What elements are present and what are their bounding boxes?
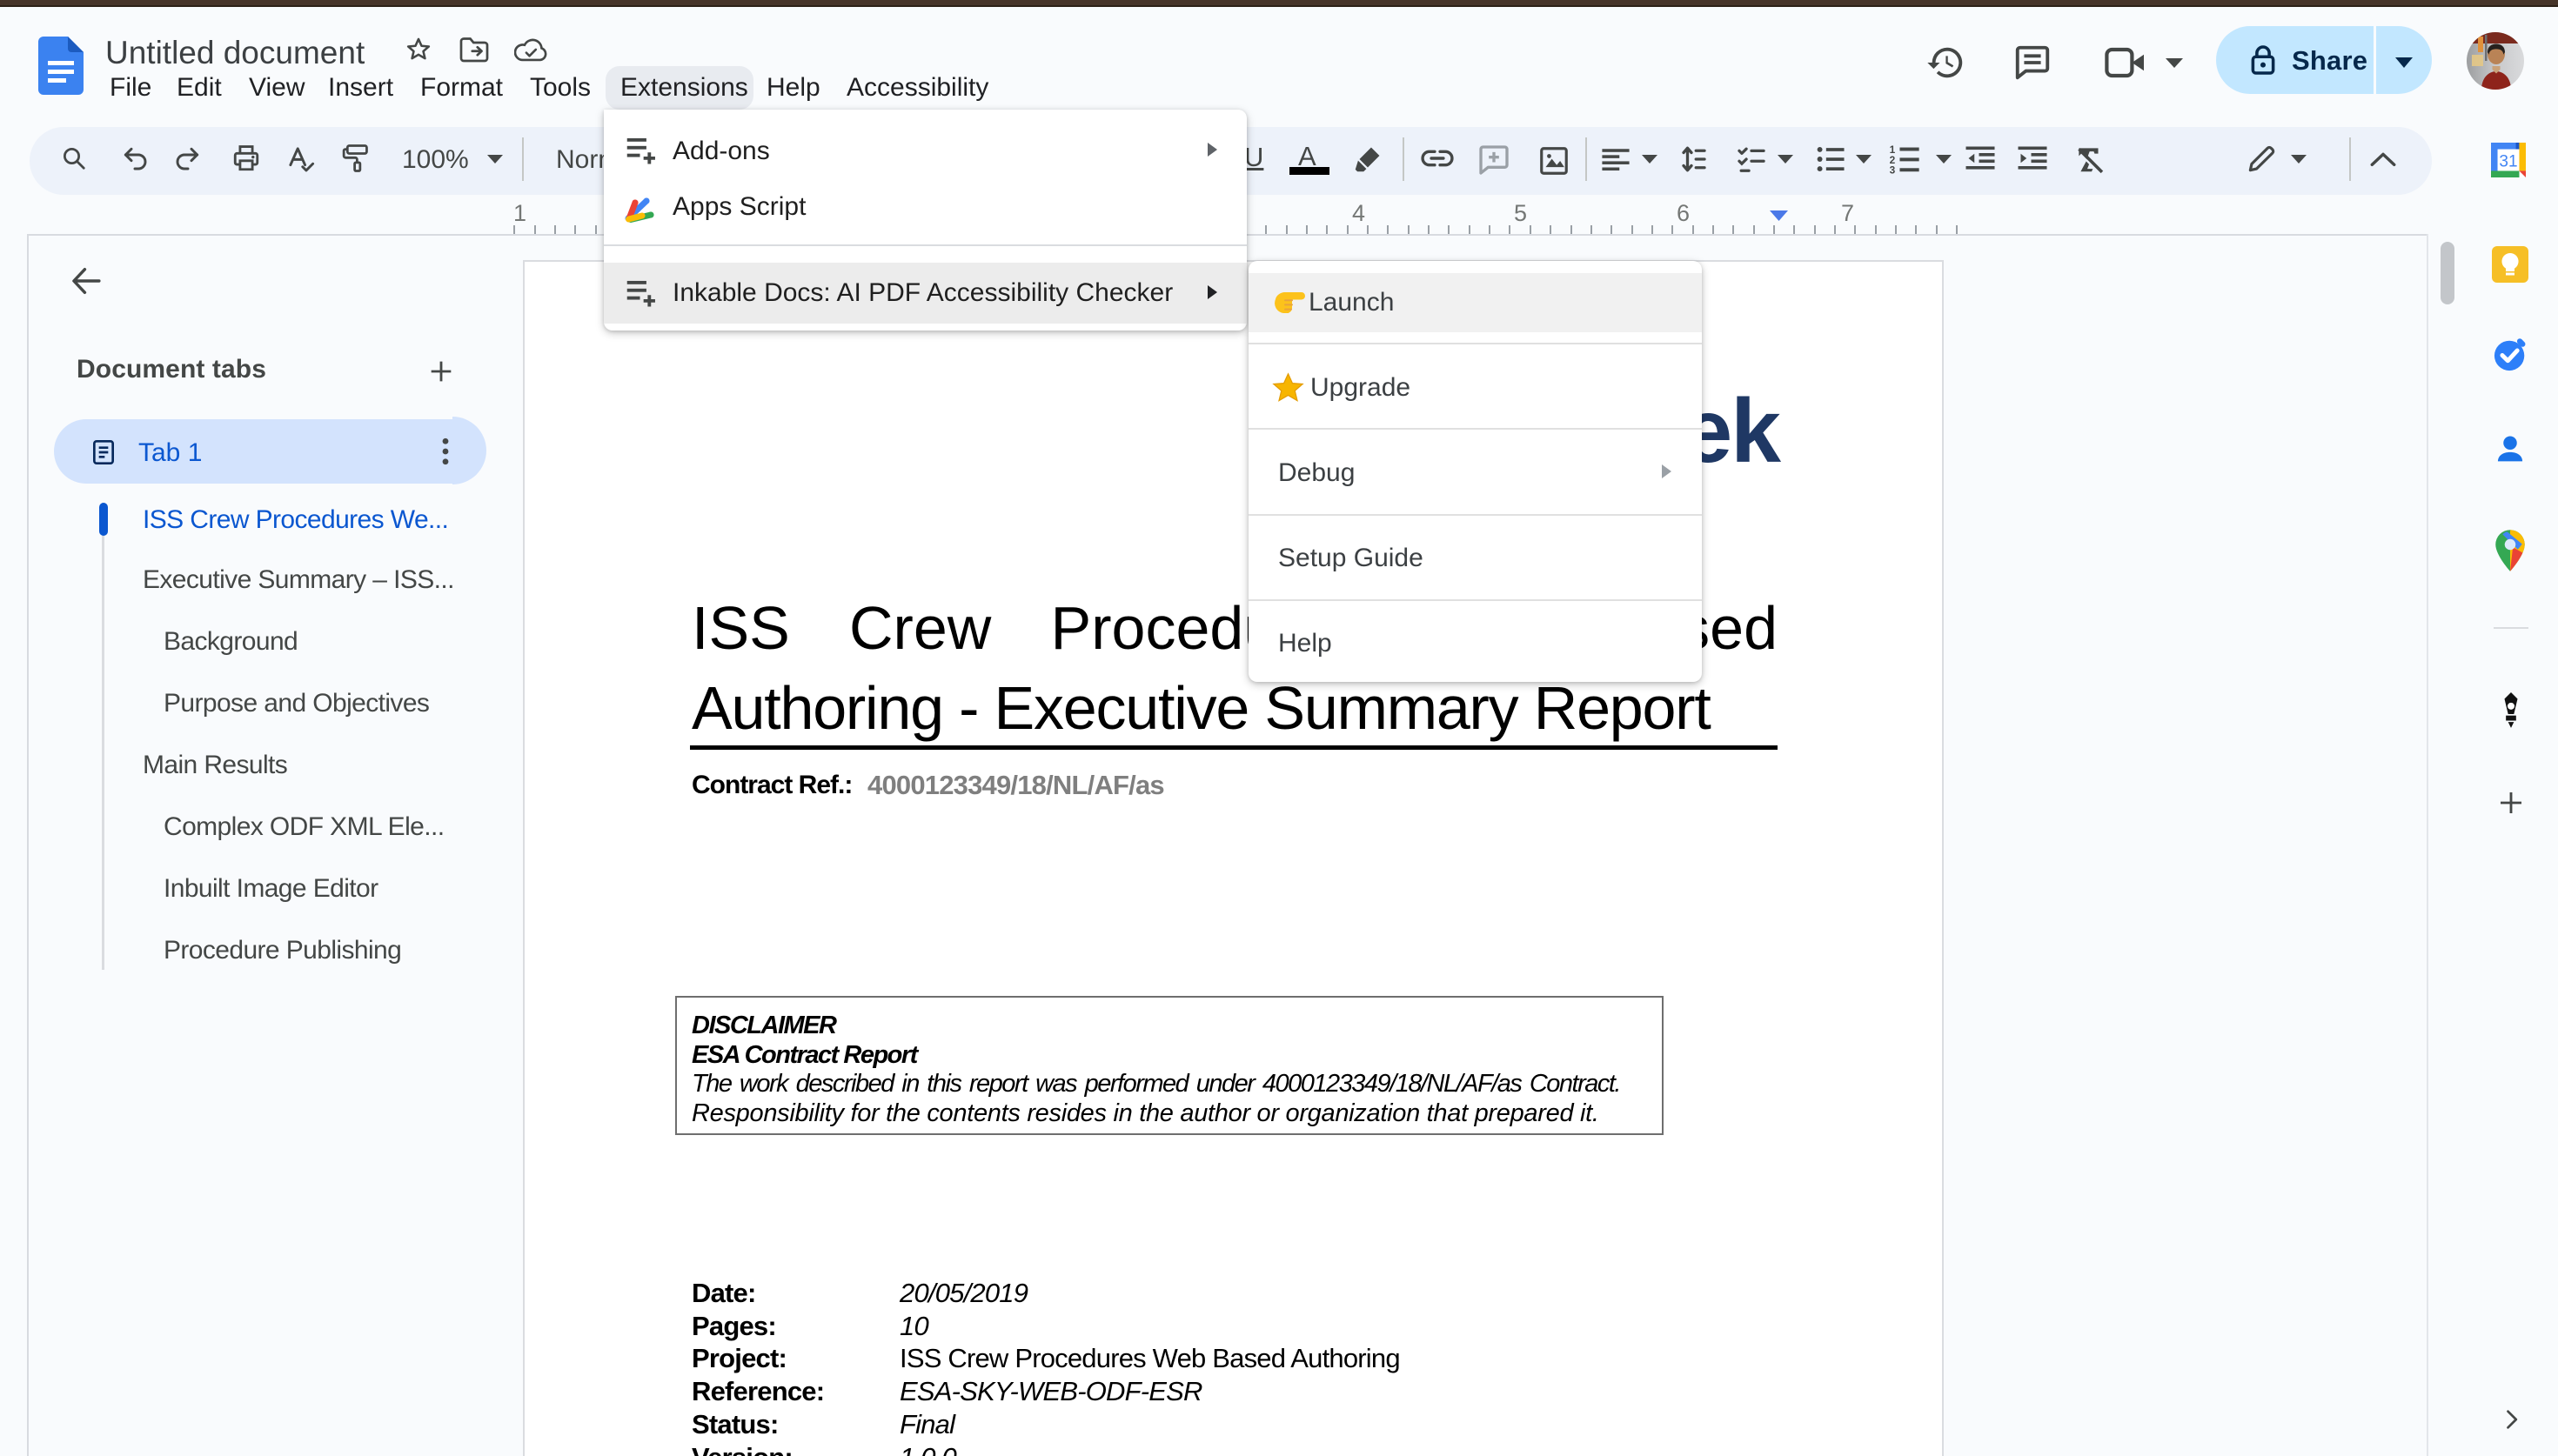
svg-text:3: 3 — [1890, 164, 1896, 176]
svg-text:31: 31 — [2499, 153, 2517, 171]
